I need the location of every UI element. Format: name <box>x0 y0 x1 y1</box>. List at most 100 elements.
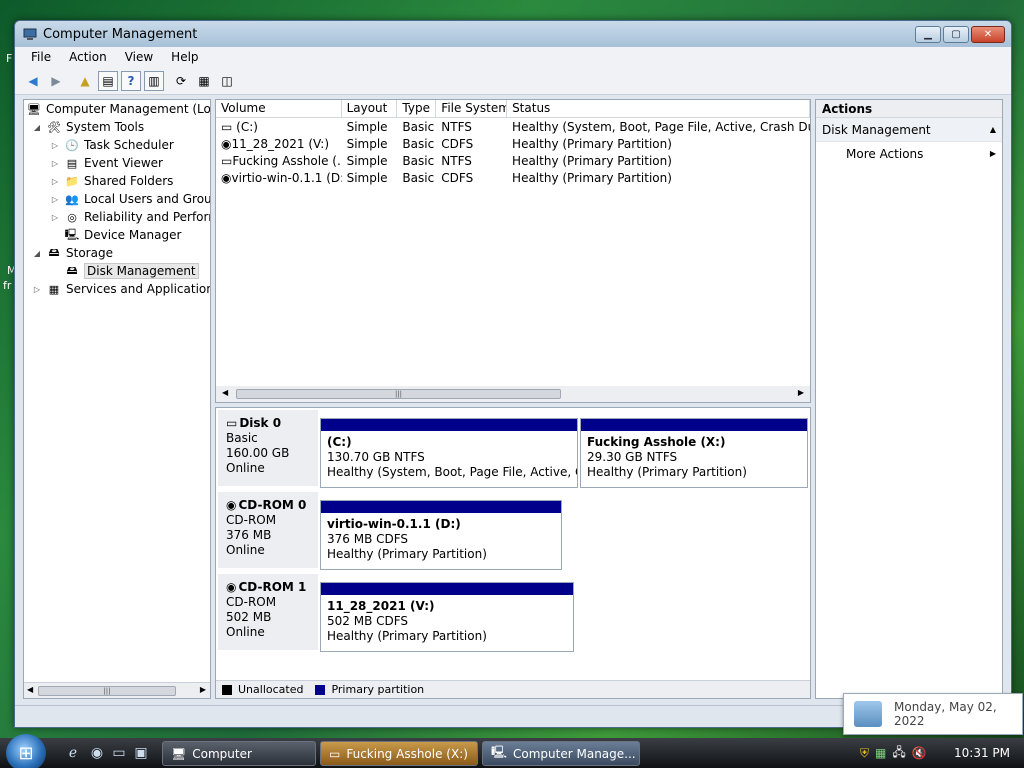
switch-windows-icon[interactable]: ▣ <box>132 744 150 762</box>
volume-layout: Simple <box>346 119 388 134</box>
partition-x[interactable]: Fucking Asshole (X:) 29.30 GB NTFS Healt… <box>580 418 808 488</box>
column-header-volume[interactable]: Volume <box>216 100 342 117</box>
cdrom-0-label[interactable]: ◉ CD-ROM 0 CD-ROM 376 MB Online <box>218 492 318 568</box>
partition-d[interactable]: virtio-win-0.1.1 (D:) 376 MB CDFS Health… <box>320 500 562 570</box>
expand-arrow-icon[interactable]: ▷ <box>50 213 60 222</box>
disk-type: Basic <box>226 431 258 445</box>
scrollbar-thumb[interactable]: ||| <box>38 686 176 696</box>
legend-unallocated: Unallocated <box>238 683 304 696</box>
sidebar-icon[interactable]: ▦ <box>875 746 886 760</box>
partition-status: Healthy (Primary Partition) <box>587 465 747 479</box>
actions-pane: Actions Disk Management ▲ More Actions ▶ <box>815 99 1003 699</box>
tree-item-task-scheduler[interactable]: ▷ 🕒 Task Scheduler <box>50 136 174 154</box>
internet-explorer-icon[interactable]: ℯ <box>64 744 82 762</box>
table-row[interactable]: ▭ (C:) Simple Basic NTFS Healthy (System… <box>216 118 810 135</box>
media-player-icon[interactable]: ◉ <box>88 744 106 762</box>
close-button[interactable]: ✕ <box>971 26 1005 43</box>
tree-item-services-applications[interactable]: ▷ ▦ Services and Applications <box>32 280 210 298</box>
back-arrow-icon[interactable]: ◀ <box>23 71 43 91</box>
tree-item-shared-folders[interactable]: ▷ 📁 Shared Folders <box>50 172 173 190</box>
column-header-status[interactable]: Status <box>507 100 810 117</box>
cdrom-1-label[interactable]: ◉ CD-ROM 1 CD-ROM 502 MB Online <box>218 574 318 650</box>
scroll-right-icon[interactable]: ▶ <box>798 388 804 397</box>
taskbar-button-computer[interactable]: 🖥 Computer <box>162 741 316 766</box>
minimize-button[interactable]: ▁ <box>915 26 941 43</box>
partition-size: 376 MB CDFS <box>327 532 409 546</box>
table-row[interactable]: ▭Fucking Asshole (... Simple Basic NTFS … <box>216 152 810 169</box>
clock[interactable]: 10:31 PM <box>954 746 1010 760</box>
expand-arrow-icon[interactable]: ▷ <box>32 285 42 294</box>
tree-item-computer-management[interactable]: 🖥 Computer Management (Local <box>26 100 210 118</box>
expand-arrow-icon[interactable]: ▷ <box>50 159 60 168</box>
menu-file[interactable]: File <box>23 50 59 64</box>
tree-horizontal-scrollbar[interactable]: ◀ ||| ▶ <box>24 682 210 698</box>
taskbar-button-drive-x[interactable]: ▭ Fucking Asshole (X:) <box>320 741 478 766</box>
menu-help[interactable]: Help <box>163 50 206 64</box>
taskbar: ⊞ ℯ ◉ ▭ ▣ 🖥 Computer ▭ Fucking Asshole (X:… <box>0 734 1024 768</box>
collapse-up-icon[interactable]: ▲ <box>990 118 996 142</box>
column-header-type[interactable]: Type <box>397 100 437 117</box>
volume-fs: NTFS <box>441 119 472 134</box>
volume-layout: Simple <box>346 170 388 185</box>
menu-view[interactable]: View <box>117 50 161 64</box>
properties-icon[interactable]: ▦ <box>194 71 214 91</box>
refresh-icon[interactable]: ⟳ <box>171 71 191 91</box>
disk-0-label[interactable]: ▭ Disk 0 Basic 160.00 GB Online <box>218 410 318 486</box>
legend-primary: Primary partition <box>331 683 425 696</box>
collapse-arrow-icon[interactable]: ◢ <box>32 249 42 258</box>
actions-section-disk-management[interactable]: Disk Management ▲ <box>816 118 1002 142</box>
taskbar-button-computer-management[interactable]: 🖳 Computer Manage... <box>482 741 640 766</box>
security-shield-icon[interactable]: ⛨ <box>860 746 869 761</box>
collapse-arrow-icon[interactable]: ◢ <box>32 123 42 132</box>
expand-arrow-icon[interactable]: ▷ <box>50 195 60 204</box>
scroll-right-icon[interactable]: ▶ <box>200 685 206 694</box>
network-icon[interactable]: 🖧 <box>892 743 905 764</box>
scrollbar-thumb[interactable]: ||| <box>236 389 561 399</box>
disk-state: Online <box>226 543 265 557</box>
tools-icon: 🛠 <box>47 120 61 134</box>
show-desktop-icon[interactable]: ▭ <box>110 744 128 762</box>
computer-management-window: Computer Management ▁ ▢ ✕ File Action Vi… <box>14 20 1012 728</box>
primary-swatch <box>315 684 326 695</box>
disk-size: 376 MB <box>226 528 272 542</box>
column-header-layout[interactable]: Layout <box>342 100 398 117</box>
show-hide-action-pane-icon[interactable]: ▥ <box>144 70 164 91</box>
column-header-file-system[interactable]: File System <box>436 100 508 117</box>
rescan-disks-icon[interactable]: ◫ <box>217 71 237 91</box>
partition-status: Healthy (Primary Partition) <box>327 547 487 561</box>
partition-c[interactable]: (C:) 130.70 GB NTFS Healthy (System, Boo… <box>320 418 578 488</box>
expand-arrow-icon[interactable]: ▷ <box>50 141 60 150</box>
scroll-left-icon[interactable]: ◀ <box>27 685 33 694</box>
help-icon[interactable]: ? <box>121 70 141 91</box>
volume-list-header: Volume Layout Type File System Status <box>216 100 810 118</box>
volume-list: Volume Layout Type File System Status ▭ … <box>215 99 811 403</box>
forward-arrow-icon[interactable]: ▶ <box>46 71 66 91</box>
disk-management-icon: 🖴 <box>66 263 78 277</box>
tree-item-storage[interactable]: ◢ 🖴 Storage <box>32 244 113 262</box>
tree-item-device-manager[interactable]: 🖳 Device Manager <box>64 226 182 244</box>
maximize-button[interactable]: ▢ <box>943 26 969 43</box>
partition-name: (C:) <box>327 435 352 449</box>
unallocated-swatch <box>222 684 232 695</box>
up-folder-icon[interactable]: ▲ <box>75 71 95 91</box>
tree-item-system-tools[interactable]: ◢ 🛠 System Tools <box>32 118 144 136</box>
scroll-left-icon[interactable]: ◀ <box>222 388 228 397</box>
tree-item-disk-management[interactable]: 🖴 Disk Management <box>64 262 199 280</box>
tree-item-event-viewer[interactable]: ▷ ▤ Event Viewer <box>50 154 163 172</box>
start-button[interactable]: ⊞ <box>6 734 46 768</box>
title-bar[interactable]: Computer Management ▁ ▢ ✕ <box>15 21 1011 47</box>
volume-muted-icon[interactable]: 🔇 <box>912 746 927 760</box>
table-row[interactable]: ◉virtio-win-0.1.1 (D:) Simple Basic CDFS… <box>216 169 810 186</box>
show-hide-tree-icon[interactable]: ▤ <box>98 70 118 91</box>
volume-status: Healthy (Primary Partition) <box>512 170 672 185</box>
tree-item-reliability[interactable]: ▷ ◎ Reliability and Performa <box>50 208 210 226</box>
expand-arrow-icon[interactable]: ▷ <box>50 177 60 186</box>
menu-action[interactable]: Action <box>61 50 115 64</box>
toolbar: ◀ ▶ ▲ ▤ ? ▥ ⟳ ▦ ◫ <box>15 67 1011 95</box>
table-row[interactable]: ◉11_28_2021 (V:) Simple Basic CDFS Healt… <box>216 135 810 152</box>
partition-v[interactable]: 11_28_2021 (V:) 502 MB CDFS Healthy (Pri… <box>320 582 574 652</box>
desktop-text-fragment: F <box>6 52 13 65</box>
volume-list-horizontal-scrollbar[interactable]: ◀ ||| ▶ <box>216 386 810 402</box>
tree-item-local-users[interactable]: ▷ 👥 Local Users and Groups <box>50 190 210 208</box>
more-actions-item[interactable]: More Actions ▶ <box>816 142 1002 166</box>
